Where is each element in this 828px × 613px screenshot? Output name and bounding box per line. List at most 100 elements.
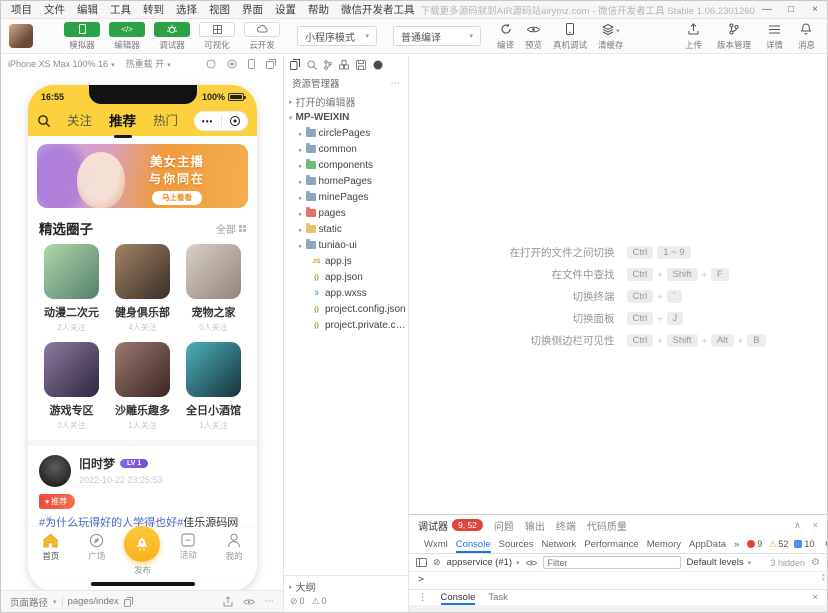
compile-button[interactable]: 编译 <box>497 22 514 51</box>
maximize-button[interactable]: □ <box>779 4 803 15</box>
hot-reload-select[interactable]: 热重载 开 <box>126 57 165 70</box>
close-panel-button[interactable]: × <box>813 520 818 531</box>
explorer-more-icon[interactable] <box>391 78 401 89</box>
upload-button[interactable]: 上传 <box>685 22 702 51</box>
explorer-folder[interactable]: pages <box>284 205 408 221</box>
menu-item[interactable]: 项目 <box>5 2 38 17</box>
mode-select[interactable]: 小程序模式 <box>297 26 377 46</box>
tab-code-quality[interactable]: 代码质量 <box>587 518 627 533</box>
debugger-toggle[interactable]: 调试器 <box>153 22 191 51</box>
drawer-tab-task[interactable]: Task <box>488 590 508 605</box>
circle-card[interactable]: 动漫二次元 2人关注 <box>36 244 107 333</box>
menu-item[interactable]: 文件 <box>38 2 71 17</box>
console-output[interactable]: > ▲▼ <box>409 572 827 589</box>
circle-card[interactable]: 全日小酒馆 1人关注 <box>178 342 249 431</box>
record-icon[interactable] <box>227 59 237 69</box>
explorer-folder[interactable]: minePages <box>284 189 408 205</box>
post-author-name[interactable]: 旧时梦 <box>79 455 115 472</box>
search-icon[interactable] <box>307 60 317 70</box>
tabbar-publish[interactable]: 发布 <box>120 533 166 579</box>
view-all-link[interactable]: 全部 <box>216 221 246 236</box>
banner-button[interactable]: 马上看看 <box>152 191 202 205</box>
menu-item[interactable]: 编辑 <box>71 2 104 17</box>
device-select[interactable]: iPhone XS Max 100% 16 <box>8 59 108 69</box>
device-frame-icon[interactable] <box>248 59 255 69</box>
drawer-close-button[interactable]: × <box>812 592 818 603</box>
eye-icon[interactable] <box>243 598 255 606</box>
tab-recommend[interactable]: 推荐 <box>109 110 136 132</box>
more-icon[interactable] <box>265 596 275 607</box>
more-tabs-icon[interactable]: » <box>734 539 739 550</box>
devtab-memory[interactable]: Memory <box>647 535 681 553</box>
path-menu[interactable]: 页面路径 <box>10 595 48 609</box>
tabbar-plaza[interactable]: 广场 <box>74 533 120 579</box>
menu-item[interactable]: 选择 <box>170 2 203 17</box>
settings-gear-icon[interactable] <box>824 539 827 550</box>
eye-icon[interactable] <box>526 559 537 567</box>
save-all-icon[interactable] <box>356 60 366 70</box>
tabbar-home[interactable]: 首页 <box>28 533 74 579</box>
explorer-folder[interactable]: components <box>284 157 408 173</box>
outline-section[interactable]: 大纲 <box>284 578 408 594</box>
levels-select[interactable]: Default levels <box>687 557 752 568</box>
scrollbar[interactable]: ▲▼ <box>822 573 825 583</box>
circle-card[interactable]: 游戏专区 0人关注 <box>36 342 107 431</box>
simulator-toggle[interactable]: 模拟器 <box>63 22 101 51</box>
menu-item[interactable]: 设置 <box>269 2 302 17</box>
project-root[interactable]: MP-WEIXIN <box>284 109 408 125</box>
open-editors-section[interactable]: 打开的编辑器 <box>284 93 408 109</box>
devtab-performance[interactable]: Performance <box>584 535 638 553</box>
devtab-sources[interactable]: Sources <box>499 535 534 553</box>
tab-problems[interactable]: 问题 <box>494 518 514 533</box>
circle-card[interactable]: 沙雕乐趣多 1人关注 <box>107 342 178 431</box>
console-filter-input[interactable] <box>543 556 681 569</box>
menu-item[interactable]: 帮助 <box>302 2 335 17</box>
circle-card[interactable]: 宠物之家 0人关注 <box>178 244 249 333</box>
device-debug-button[interactable]: 真机调试 <box>553 22 587 51</box>
tab-debugger[interactable]: 调试器 <box>418 518 448 533</box>
explorer-file[interactable]: {} project.private.config.js... <box>284 317 408 333</box>
compile-mode-select[interactable]: 普通编译 <box>393 26 481 46</box>
visual-tool-button[interactable]: 可视化 <box>198 22 236 51</box>
devtab-wxml[interactable]: Wxml <box>424 535 448 553</box>
devtab-appdata[interactable]: AppData <box>689 535 726 553</box>
clear-cache-button[interactable]: 清缓存 <box>598 22 624 51</box>
tab-terminal[interactable]: 终端 <box>556 518 576 533</box>
menu-item[interactable]: 微信开发者工具 <box>335 2 421 17</box>
console-sidebar-icon[interactable] <box>416 558 427 567</box>
tabbar-activity[interactable]: 活动 <box>165 533 211 579</box>
explorer-file[interactable]: {} app.json <box>284 269 408 285</box>
rotate-icon[interactable] <box>206 59 216 69</box>
files-icon[interactable] <box>290 59 300 70</box>
git-branch-icon[interactable] <box>324 60 332 70</box>
share-icon[interactable] <box>223 596 233 607</box>
promo-banner[interactable]: 美女主播 与你同在 马上看看 <box>37 144 248 208</box>
issue-counts[interactable]: 9 52 10 <box>747 539 814 550</box>
circle-card[interactable]: 健身俱乐部 4人关注 <box>107 244 178 333</box>
menu-item[interactable]: 转到 <box>137 2 170 17</box>
drawer-tab-console[interactable]: Console <box>441 590 476 605</box>
tab-output[interactable]: 输出 <box>525 518 545 533</box>
problems-summary[interactable]: 0 0 <box>284 594 408 608</box>
cloud-dev-button[interactable]: 云开发 <box>243 22 281 51</box>
explorer-file[interactable]: 3 app.wxss <box>284 285 408 301</box>
explorer-folder[interactable]: static <box>284 221 408 237</box>
menu-item[interactable]: 视图 <box>203 2 236 17</box>
preview-button[interactable]: 预览 <box>525 22 542 51</box>
version-manage-button[interactable]: 版本管理 <box>717 22 751 51</box>
float-window-icon[interactable] <box>266 59 276 69</box>
collapse-panel-button[interactable]: ∧ <box>794 520 801 531</box>
console-settings-icon[interactable] <box>811 557 820 568</box>
more-menu-button[interactable]: ••• <box>202 117 213 126</box>
tab-hot[interactable]: 热门 <box>153 110 178 132</box>
explorer-folder[interactable]: tuniao-ui <box>284 237 408 253</box>
extensions-icon[interactable] <box>339 60 349 70</box>
tabbar-profile[interactable]: 我的 <box>211 533 257 579</box>
explorer-file[interactable]: {} project.config.json <box>284 301 408 317</box>
context-select[interactable]: appservice (#1) <box>447 557 520 568</box>
explorer-folder[interactable]: circlePages <box>284 125 408 141</box>
post-author-avatar[interactable] <box>39 455 71 487</box>
close-button[interactable]: × <box>803 4 827 15</box>
devtab-console[interactable]: Console <box>456 535 491 553</box>
tab-follow[interactable]: 关注 <box>67 110 92 132</box>
